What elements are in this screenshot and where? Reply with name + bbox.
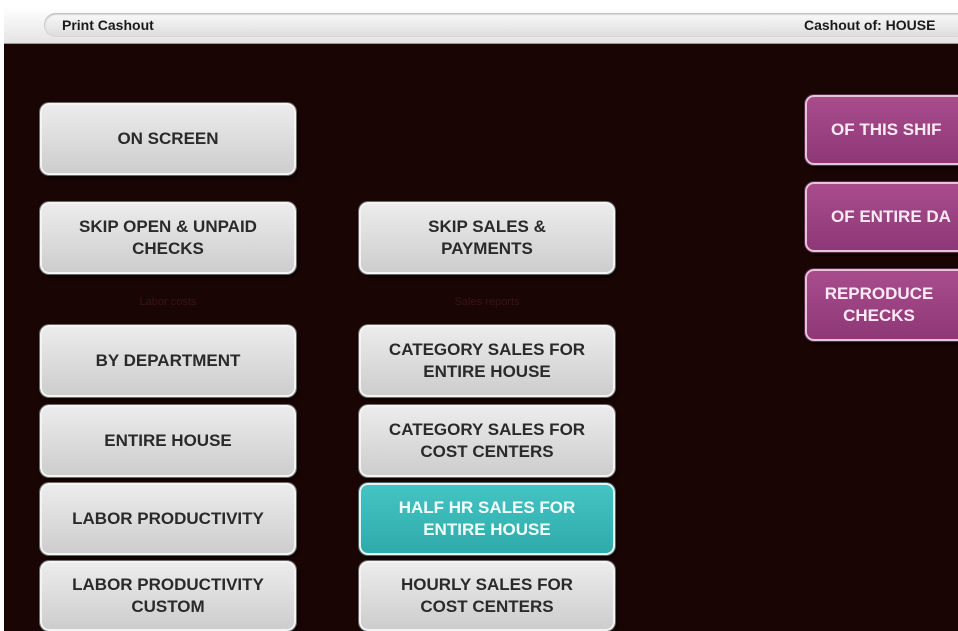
cashout-of-label: Cashout of: HOUSE (804, 17, 936, 33)
skip-open-unpaid-checks-button[interactable]: SKIP OPEN & UNPAID CHECKS (40, 202, 296, 274)
hourly-sales-cost-centers-button[interactable]: HOURLY SALES FOR COST CENTERS (359, 561, 615, 631)
cashout-screen: Print Cashout Cashout of: HOUSE ON SCREE… (4, 7, 958, 631)
category-sales-cost-centers-button[interactable]: CATEGORY SALES FOR COST CENTERS (359, 405, 615, 477)
on-screen-label: ON SCREEN (117, 129, 219, 148)
entire-house-button[interactable]: ENTIRE HOUSE (40, 405, 296, 477)
category-sales-cost-centers-label: CATEGORY SALES FOR COST CENTERS (388, 420, 586, 461)
labor-productivity-label: LABOR PRODUCTIVITY (72, 509, 264, 528)
skip-sales-payments-button[interactable]: SKIP SALES & PAYMENTS (359, 202, 615, 274)
labor-productivity-custom-button[interactable]: LABOR PRODUCTIVITY CUSTOM (40, 561, 296, 631)
labor-productivity-button[interactable]: LABOR PRODUCTIVITY (40, 483, 296, 555)
of-entire-day-label: OF ENTIRE DA (831, 207, 951, 226)
half-hr-sales-entire-house-label: HALF HR SALES FOR ENTIRE HOUSE (398, 498, 576, 539)
hourly-sales-cost-centers-label: HOURLY SALES FOR COST CENTERS (401, 575, 573, 616)
by-department-button[interactable]: BY DEPARTMENT (40, 325, 296, 397)
of-entire-day-button[interactable]: OF ENTIRE DA (805, 182, 958, 252)
by-department-label: BY DEPARTMENT (95, 351, 241, 370)
of-this-shift-label: OF THIS SHIF (831, 120, 942, 139)
entire-house-label: ENTIRE HOUSE (104, 431, 232, 450)
title-bar: Print Cashout Cashout of: HOUSE (4, 7, 958, 44)
sales-section-label: Sales reports (454, 296, 520, 308)
of-this-shift-button[interactable]: OF THIS SHIF (805, 95, 958, 165)
category-sales-entire-house-button[interactable]: CATEGORY SALES FOR ENTIRE HOUSE (359, 325, 615, 397)
skip-sales-payments-label: SKIP SALES & PAYMENTS (428, 217, 546, 258)
reproduce-checks-button[interactable]: REPRODUCE CHECKS (805, 269, 958, 341)
labor-productivity-custom-label: LABOR PRODUCTIVITY CUSTOM (72, 575, 264, 616)
half-hr-sales-entire-house-button[interactable]: HALF HR SALES FOR ENTIRE HOUSE (359, 483, 615, 555)
window-title: Print Cashout (62, 17, 154, 33)
labor-section-label: Labor costs (139, 296, 197, 308)
on-screen-button[interactable]: ON SCREEN (40, 103, 296, 175)
skip-open-unpaid-checks-label: SKIP OPEN & UNPAID CHECKS (79, 217, 257, 258)
category-sales-entire-house-label: CATEGORY SALES FOR ENTIRE HOUSE (388, 340, 586, 381)
reproduce-checks-label: REPRODUCE CHECKS (824, 284, 934, 325)
